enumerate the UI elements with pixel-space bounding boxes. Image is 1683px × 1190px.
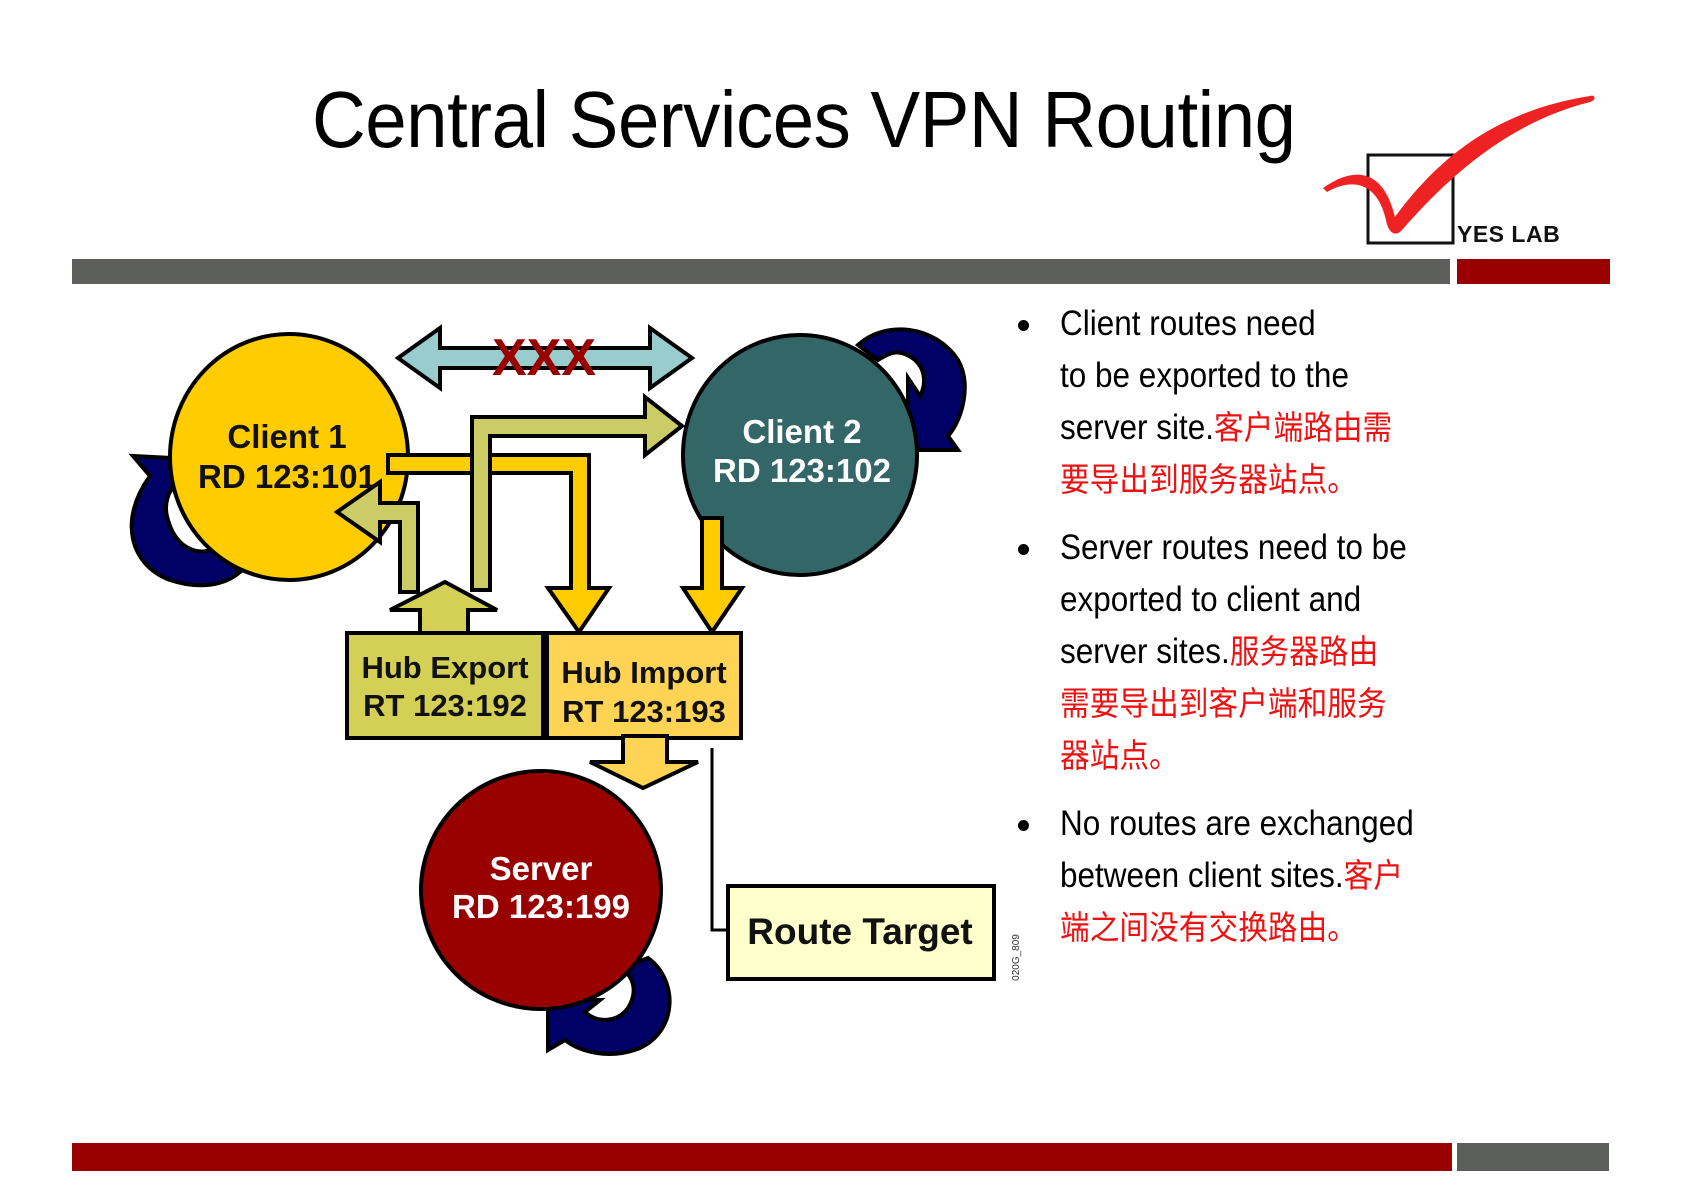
client1-name: Client 1	[227, 418, 346, 455]
bullet-line: exported to client and	[1060, 580, 1362, 619]
bullet-text: server sites.	[1060, 632, 1230, 671]
bullet-dot-icon	[1018, 820, 1029, 831]
route-target-connector	[710, 748, 728, 932]
bullet-dot-icon	[1018, 544, 1029, 555]
bullet-text-zh: 客户	[1343, 856, 1404, 895]
bullet-line-zh: 器站点。	[1060, 736, 1179, 775]
hub-export-rt: RT 123:192	[363, 688, 527, 723]
bullet-line: No routes are exchanged	[1060, 804, 1414, 843]
bullet-line-zh: 要导出到服务器站点。	[1060, 460, 1357, 499]
bullet-dot-icon	[1018, 320, 1029, 331]
client1-rd: RD 123:101	[198, 458, 376, 495]
bullet-line: server sites.服务器路由	[1060, 626, 1472, 678]
bullet-line: Server routes need to be	[1060, 528, 1407, 567]
route-target-label: Route Target	[747, 911, 972, 952]
bullet-line-zh: 端之间没有交换路由。	[1060, 908, 1357, 947]
bullet-line: between client sites.客户	[1060, 850, 1472, 902]
bullet-item: No routes are exchanged between client s…	[1018, 798, 1518, 954]
bullet-line-zh: 需要导出到客户端和服务	[1060, 684, 1387, 723]
server-name: Server	[490, 850, 593, 887]
hub-import-to-server-arrow	[589, 734, 699, 791]
client2-name: Client 2	[742, 413, 861, 450]
bullet-text: between client sites.	[1060, 856, 1344, 895]
server-rd: RD 123:199	[452, 888, 630, 925]
hub-import-name: Hub Import	[561, 655, 726, 690]
client2-rd: RD 123:102	[713, 452, 891, 489]
client1-node[interactable]	[168, 332, 410, 582]
blocked-label: XXX	[492, 329, 596, 387]
bullet-text-zh: 客户端路由需	[1214, 408, 1393, 447]
bullet-line: Client routes need	[1060, 304, 1316, 343]
bullet-text: server site.	[1060, 408, 1215, 447]
bullet-text-zh: 服务器路由	[1229, 632, 1379, 671]
hub-export-name: Hub Export	[361, 650, 528, 685]
bullet-line: to be exported to the	[1060, 356, 1349, 395]
bullet-line: server site.客户端路由需	[1060, 402, 1472, 454]
bullet-item: Server routes need to be exported to cli…	[1018, 522, 1518, 782]
bullet-item: Client routes need to be exported to the…	[1018, 298, 1518, 506]
bullet-list: Client routes need to be exported to the…	[1018, 298, 1518, 954]
hub-import-rt: RT 123:193	[562, 694, 726, 729]
